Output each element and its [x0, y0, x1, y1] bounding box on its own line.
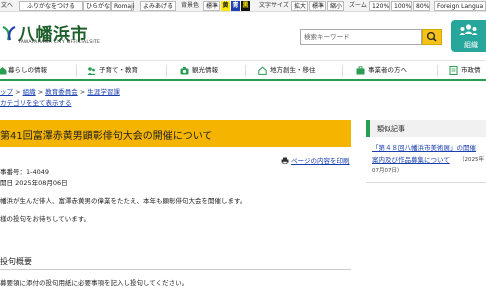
foreign-language-button[interactable]: Foreign Langua — [434, 1, 486, 11]
breadcrumb: ップ > 組織 > 教育委員会 > 生涯学習課 — [0, 86, 120, 96]
text-small-button[interactable]: 縮小 — [327, 1, 344, 11]
sidebar-divider — [366, 182, 486, 183]
nav-divider — [245, 65, 246, 77]
zoom-label: ズーム — [349, 2, 367, 9]
related-article-link[interactable]: 「第４８回八幡浜市美術展」の開催 — [372, 142, 476, 152]
furigana-button[interactable]: ふりがなをつける — [19, 1, 83, 11]
house-icon — [0, 67, 7, 75]
page-title: 第41回富澤赤黄男顕彰俳句大会の開催について — [0, 131, 213, 142]
breadcrumb-lifelong-learning[interactable]: 生涯学習課 — [87, 88, 120, 96]
hiragana-button[interactable]: ひらがな — [83, 1, 111, 11]
nav-label: 市政情 — [461, 66, 481, 74]
nav-label: 暮らしの情報 — [8, 66, 47, 74]
breadcrumb-separator: > — [37, 88, 44, 96]
bg-standard-button[interactable]: 標準 — [203, 1, 220, 11]
nav-divider — [437, 65, 438, 77]
page-title-band: 第41回富澤赤黄男顕彰俳句大会の開催について — [0, 120, 351, 147]
breadcrumb-organization[interactable]: 組織 — [23, 88, 36, 96]
nav-divider — [166, 65, 167, 77]
nav-label: 地方創生・移住 — [270, 66, 316, 74]
bg-blue-button[interactable]: 青 — [231, 1, 240, 11]
search-icon — [426, 31, 437, 42]
camera-icon — [180, 67, 189, 75]
bg-black-button[interactable]: 黒 — [241, 1, 250, 11]
section-divider — [0, 269, 351, 270]
article-id: 事番号：1-4049 — [0, 168, 50, 176]
house-outline-icon — [258, 66, 267, 75]
people-icon — [459, 24, 478, 35]
print-link-label: ページの内容を印刷 — [291, 157, 350, 165]
search-button[interactable] — [422, 29, 442, 45]
breadcrumb-board-of-education[interactable]: 教育委員会 — [45, 88, 78, 96]
bg-color-label: 背景色 — [181, 2, 200, 9]
article-paragraph: 募要領に添付の投句用紙に必要事項を記入し投句してください。 — [0, 279, 189, 287]
related-articles-heading: 類似記事 — [377, 125, 405, 133]
bg-yellow-button[interactable]: 黄 — [221, 1, 230, 11]
nav-divider — [342, 65, 343, 77]
related-article-link[interactable]: 案内及び作品募集について — [372, 154, 450, 164]
organization-label: 組織 — [464, 41, 478, 49]
organization-button[interactable]: 組織 — [451, 20, 486, 52]
related-article-title-line2: 案内及び作品募集について — [372, 156, 450, 164]
global-nav: 暮らしの情報 子育て・教育 観光情報 地方創生・移住 事業者の方へ 市政情 — [0, 60, 486, 81]
city-emblem-icon[interactable] — [2, 25, 16, 41]
nav-label: 事業者の方へ — [368, 66, 407, 74]
skip-link[interactable]: 文へ — [1, 1, 13, 11]
nav-label: 子育て・教育 — [99, 66, 138, 74]
related-articles-header: 類似記事 — [366, 120, 486, 137]
related-article-title-line1: 「第４８回八幡浜市美術展」の開催 — [372, 144, 476, 152]
read-aloud-button[interactable]: よみあげる — [140, 1, 176, 11]
romaji-button[interactable]: Romaji — [111, 1, 134, 11]
nav-label: 観光情報 — [192, 66, 218, 74]
family-icon — [87, 67, 96, 75]
publish-date: 開日 2025年08月06日 — [0, 179, 68, 187]
article-paragraph: 様の投句をお待ちしています。 — [0, 215, 91, 223]
site-subtitle: YAWATAHAMA CITY OFFICIALSITE — [18, 40, 101, 45]
text-size-label: 文字サイズ — [259, 2, 289, 9]
breadcrumb-top[interactable]: ップ — [0, 88, 13, 96]
section-heading: 投句概要 — [0, 257, 32, 266]
breadcrumb-separator: > — [79, 88, 86, 96]
related-article-date: 07月07日） — [372, 168, 403, 174]
show-all-categories-link[interactable]: カテゴリを全て表示する — [0, 97, 72, 107]
zoom-80-button[interactable]: 80% — [413, 1, 430, 11]
document-icon — [449, 66, 458, 75]
briefcase-icon — [356, 66, 365, 75]
text-standard-button[interactable]: 標準 — [309, 1, 326, 11]
utility-bar: 文へ ふりがなをつける ひらがな Romaji よみあげる 背景色 標準 黄 青… — [0, 0, 486, 12]
printer-icon — [281, 157, 289, 165]
article-paragraph: 幡浜が生んだ俳人、富澤赤黄男の偉業をたたえ、本年も顕彰俳句大会を開催します。 — [0, 197, 247, 205]
nav-divider — [76, 65, 77, 77]
related-article-date: （2025年 — [459, 157, 484, 163]
search-input[interactable]: 検索キーワード — [300, 29, 422, 45]
text-large-button[interactable]: 拡大 — [291, 1, 308, 11]
print-link[interactable]: ページの内容を印刷 — [281, 155, 349, 165]
zoom-100-button[interactable]: 100% — [391, 1, 412, 11]
zoom-120-button[interactable]: 120% — [369, 1, 390, 11]
breadcrumb-separator: > — [15, 88, 21, 96]
